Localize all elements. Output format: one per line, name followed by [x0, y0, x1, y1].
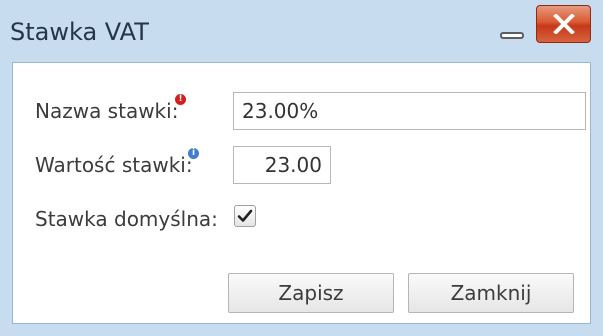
checkmark-icon [237, 209, 253, 222]
title-bar[interactable]: Stawka VAT [0, 0, 603, 62]
value-label: Wartość stawki: [35, 153, 193, 177]
rate-value-input[interactable]: 23.00 [233, 146, 331, 184]
dialog-title: Stawka VAT [10, 18, 149, 46]
required-icon: ! [175, 94, 186, 105]
rate-name-input[interactable]: 23.00% [233, 92, 586, 130]
close-button[interactable] [536, 5, 591, 43]
minimize-button[interactable] [497, 18, 527, 46]
dialog-window: Stawka VAT Nazwa stawki: ! 23.00% Wartoś… [0, 0, 603, 336]
info-icon: i [188, 148, 199, 159]
form-panel: Nazwa stawki: ! 23.00% Wartość stawki: i… [12, 62, 591, 324]
default-checkbox[interactable] [234, 205, 256, 227]
close-icon [553, 14, 575, 34]
name-label: Nazwa stawki: [35, 99, 179, 123]
default-label: Stawka domyślna: [35, 207, 218, 231]
cancel-button[interactable]: Zamknij [408, 273, 574, 313]
minimize-icon [500, 32, 524, 39]
save-button[interactable]: Zapisz [228, 273, 394, 313]
